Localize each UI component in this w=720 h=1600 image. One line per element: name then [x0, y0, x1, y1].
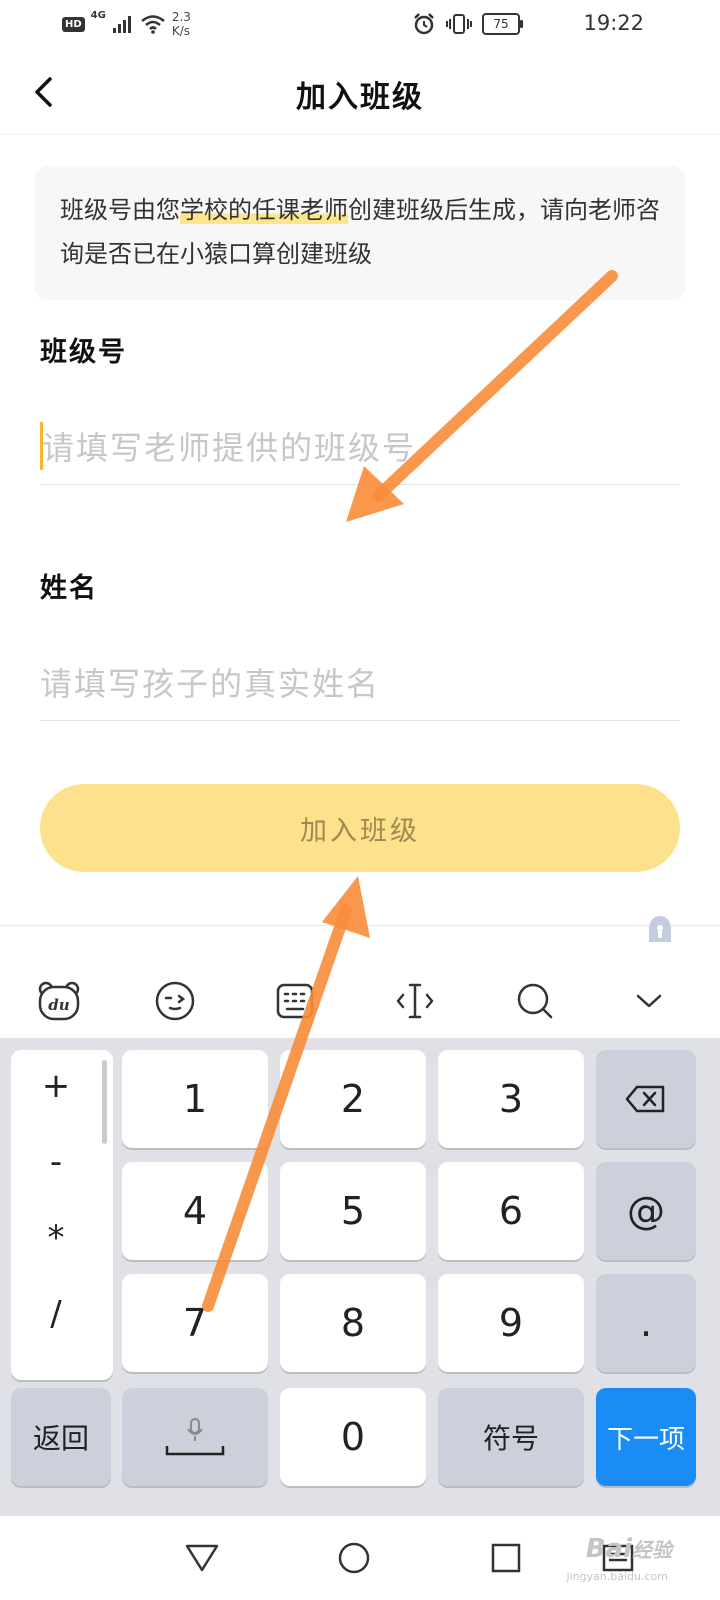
signal-icon [112, 16, 131, 33]
info-text-highlight: 学校的任课老师 [180, 196, 348, 224]
space-bar-icon [165, 1446, 225, 1456]
at-key[interactable]: @ [596, 1162, 696, 1260]
keyboard-icon[interactable] [270, 976, 320, 1026]
next-field-key[interactable]: 下一项 [596, 1388, 696, 1486]
wifi-icon [141, 15, 165, 34]
nav-recents-button[interactable] [484, 1536, 528, 1580]
key-3[interactable]: 3 [438, 1050, 584, 1148]
numeric-keyboard: + - * / 1 2 3 4 5 6 @ 7 8 9 . 返回 0 符号 下一… [0, 1038, 720, 1516]
net-speed-unit: K/s [171, 24, 191, 38]
dot-key[interactable]: . [596, 1274, 696, 1372]
svg-text:du: du [48, 996, 69, 1014]
key-0[interactable]: 0 [280, 1388, 426, 1486]
page-title: 加入班级 [296, 80, 424, 115]
symbol-minus-key[interactable]: - [11, 1142, 101, 1182]
watermark-url: jingyan.baidu.com [566, 1570, 668, 1583]
microphone-icon [187, 1418, 203, 1441]
square-recents-icon [491, 1543, 521, 1573]
key-9[interactable]: 9 [438, 1274, 584, 1372]
net-speed-value: 2.3 [171, 10, 191, 24]
circle-home-icon [338, 1542, 370, 1574]
class-number-label: 班级号 [40, 337, 127, 368]
status-left: HD 4G 2.3 K/s [62, 10, 191, 38]
name-label: 姓名 [40, 573, 98, 604]
app-header: 加入班级 [0, 48, 720, 135]
back-key[interactable]: 返回 [11, 1388, 111, 1486]
symbol-key[interactable]: 符号 [438, 1388, 584, 1486]
class-number-input[interactable] [40, 412, 682, 484]
nav-back-button[interactable] [180, 1536, 224, 1580]
watermark-brand-suffix: 经验 [632, 1538, 672, 1562]
key-1[interactable]: 1 [122, 1050, 268, 1148]
symbol-scrollbar[interactable] [102, 1060, 107, 1144]
key-5[interactable]: 5 [280, 1162, 426, 1260]
emoji-icon[interactable] [150, 976, 200, 1026]
key-8[interactable]: 8 [280, 1274, 426, 1372]
vibrate-icon [446, 14, 472, 34]
battery-indicator: 75 [482, 13, 523, 35]
input-method-icon[interactable] [646, 914, 674, 944]
keyboard-toolbar: du [0, 916, 720, 1039]
backspace-icon [625, 1085, 665, 1113]
backspace-key[interactable] [596, 1050, 696, 1148]
collapse-icon[interactable] [624, 976, 674, 1026]
class-number-field[interactable] [40, 412, 682, 485]
key-4[interactable]: 4 [122, 1162, 268, 1260]
key-7[interactable]: 7 [122, 1274, 268, 1372]
net-speed: 2.3 K/s [172, 10, 191, 38]
alarm-icon [414, 13, 434, 35]
status-right: 75 [412, 12, 523, 36]
symbol-divide-key[interactable]: / [11, 1294, 101, 1334]
symbol-plus-key[interactable]: + [11, 1066, 101, 1106]
join-class-button[interactable]: 加入班级 [40, 784, 680, 872]
info-text: 班级号由您学校的任课老师创建班级后生成，请向老师咨询是否已在小猿口算创建班级 [60, 188, 660, 276]
triangle-back-icon [185, 1544, 219, 1572]
info-notice: 班级号由您学校的任课老师创建班级后生成，请向老师咨询是否已在小猿口算创建班级 [34, 166, 686, 300]
watermark-brand: Bai [585, 1534, 632, 1564]
text-caret [40, 422, 43, 470]
cursor-move-icon[interactable] [390, 976, 440, 1026]
nav-home-button[interactable] [332, 1536, 376, 1580]
name-field[interactable] [40, 648, 680, 721]
signal-type: 4G [90, 10, 106, 21]
hd-badge: HD [62, 16, 85, 32]
name-input[interactable] [40, 648, 680, 720]
watermark-logo: Bai经验 [586, 1534, 672, 1564]
status-bar: HD 4G 2.3 K/s 75 19:22 [0, 0, 720, 48]
key-6[interactable]: 6 [438, 1162, 584, 1260]
symbol-column[interactable]: + - * / [11, 1050, 113, 1380]
arrow-to-class-input [346, 270, 618, 522]
baidu-bear-icon[interactable]: du [34, 976, 84, 1026]
search-icon[interactable] [510, 976, 560, 1026]
clock: 19:22 [583, 11, 644, 35]
info-text-start: 班级号由您 [60, 196, 180, 224]
space-voice-key[interactable] [122, 1388, 268, 1486]
symbol-multiply-key[interactable]: * [11, 1218, 101, 1258]
key-2[interactable]: 2 [280, 1050, 426, 1148]
